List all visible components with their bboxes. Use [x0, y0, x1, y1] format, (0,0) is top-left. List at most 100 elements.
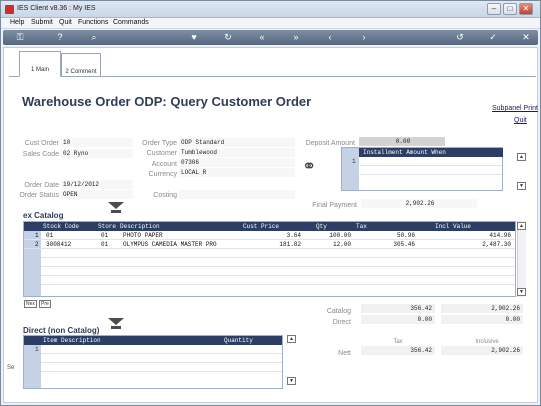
last-icon[interactable]: »	[289, 31, 303, 44]
store-cell: 01	[101, 241, 109, 248]
qty-cell: 12.00	[332, 241, 351, 248]
expand-arrow-stem-icon	[111, 326, 121, 329]
tax-header: Tax	[393, 339, 403, 345]
key-icon[interactable]: ⚿	[13, 31, 27, 44]
accept-icon[interactable]: ✓	[486, 31, 500, 44]
quit-link[interactable]: Quit	[514, 117, 527, 124]
prev-page-button[interactable]: Pre	[39, 300, 51, 308]
ex-catalog-grid: Stock Code Store Description Cust Price …	[23, 221, 516, 297]
menu-submit[interactable]: Submit	[31, 19, 53, 26]
ex-catalog-scroll-down[interactable]: ▼	[517, 288, 526, 296]
qty-cell: 100.00	[329, 232, 351, 239]
prev-icon[interactable]: ‹	[323, 31, 337, 44]
order-status-field[interactable]: OPEN	[61, 190, 133, 199]
maximize-button[interactable]: □	[503, 3, 517, 15]
order-type-label: Order Type	[142, 140, 177, 147]
catalog-incl-total: 2,902.26	[441, 304, 523, 313]
undo-icon[interactable]: ↺	[453, 31, 467, 44]
cust-order-field[interactable]: 10	[61, 138, 133, 147]
empty-row[interactable]	[41, 249, 515, 258]
row-num: 2	[35, 241, 39, 248]
cancel-icon[interactable]: ✕	[519, 31, 533, 44]
empty-row[interactable]	[41, 258, 515, 267]
direct-row-number: 1	[35, 346, 39, 353]
next-icon[interactable]: ›	[357, 31, 371, 44]
tab-divider	[9, 76, 536, 77]
empty-row[interactable]	[41, 276, 515, 285]
first-icon[interactable]: «	[255, 31, 269, 44]
help-icon[interactable]: ?	[53, 31, 67, 44]
order-date-field[interactable]: 19/12/2012	[61, 180, 133, 189]
installment-scroll-down[interactable]: ▼	[517, 182, 526, 190]
direct-row[interactable]	[41, 372, 282, 381]
direct-grid: Item Description Quantity 1	[23, 335, 283, 389]
print-link[interactable]: Subpanel Print	[492, 105, 538, 112]
ex-catalog-header: Stock Code Store Description Cust Price …	[24, 222, 515, 231]
direct-tax-total: 0.00	[361, 315, 435, 324]
customer-label: Customer	[146, 150, 177, 157]
search-icon[interactable]: ⌕	[87, 31, 101, 44]
direct-title: Direct (non Catalog)	[23, 326, 100, 335]
tax-cell: 305.46	[393, 241, 415, 248]
currency-field[interactable]: LOCAL R	[179, 168, 295, 177]
deposit-field[interactable]: 0.00	[359, 137, 445, 146]
costing-field[interactable]	[179, 190, 295, 199]
ex-catalog-scroll-up[interactable]: ▲	[517, 222, 526, 230]
installment-scroll-up[interactable]: ▲	[517, 153, 526, 161]
menu-functions[interactable]: Functions	[78, 19, 108, 26]
installment-row-1[interactable]	[360, 157, 502, 166]
col-item-description: Item Description	[43, 337, 101, 344]
side-label: Se	[7, 365, 15, 371]
empty-row[interactable]	[41, 267, 515, 276]
expand-arrow-stem-icon	[111, 210, 121, 213]
deposit-label: Deposit Amount	[305, 140, 355, 147]
table-row[interactable]: 1 01 01 PHOTO PAPER 3.64 100.00 50.96 41…	[24, 231, 515, 240]
final-payment-field[interactable]: 2,902.26	[361, 199, 477, 208]
sales-code-label: Sales Code	[22, 151, 59, 158]
col-description: Description	[120, 223, 160, 230]
ex-catalog-scrollbar[interactable]	[517, 221, 526, 297]
final-payment-label: Final Payment	[312, 202, 357, 209]
table-row[interactable]: 2 3008412 01 OLYMPUS CAMEDIA MASTER PRO …	[24, 240, 515, 249]
title-bar: IES Client v8.36 : My IES – □ ✕	[1, 1, 540, 18]
link-icon[interactable]: ⚭	[302, 158, 316, 175]
direct-scroll-up[interactable]: ▲	[287, 335, 296, 343]
installment-row-2[interactable]	[360, 166, 502, 175]
ex-catalog-title: ex Catalog	[23, 211, 64, 220]
cust-price-cell: 3.64	[286, 232, 301, 239]
tax-cell: 50.96	[396, 232, 415, 239]
minimize-button[interactable]: –	[487, 3, 501, 15]
nett-tax-total: 356.42	[361, 346, 435, 355]
col-incl-value: Incl Value	[435, 223, 472, 230]
toolbar: ⚿ ? ⌕ ♥ ↻ « » ‹ › ↺ ✓ ✕	[3, 30, 538, 45]
menu-quit[interactable]: Quit	[59, 19, 72, 26]
menu-help[interactable]: Help	[10, 19, 24, 26]
currency-label: Currency	[148, 171, 177, 178]
incl-value-cell: 2,487.30	[482, 241, 511, 248]
refresh-icon[interactable]: ↻	[221, 31, 235, 44]
app-icon	[5, 5, 14, 14]
menu-bar: Help Submit Quit Functions Commands	[1, 18, 540, 29]
favorite-icon[interactable]: ♥	[187, 31, 201, 44]
customer-field[interactable]: Tumblewood	[179, 148, 295, 157]
direct-row[interactable]	[41, 345, 282, 354]
costing-label: Costing	[153, 192, 177, 199]
col-quantity: Quantity	[224, 337, 253, 344]
direct-row[interactable]	[41, 354, 282, 363]
empty-row[interactable]	[41, 285, 515, 294]
incl-value-cell: 414.96	[489, 232, 511, 239]
tab-main[interactable]: 1 Main	[19, 51, 61, 77]
nett-incl-total: 2,902.26	[441, 346, 523, 355]
direct-row[interactable]	[41, 363, 282, 372]
tab-comment[interactable]: 2 Comment	[61, 53, 101, 77]
sales-code-field[interactable]: 02 Ryno	[61, 149, 133, 158]
direct-incl-total: 0.00	[441, 315, 523, 324]
account-field[interactable]: 07306	[179, 158, 295, 167]
close-button[interactable]: ✕	[519, 3, 533, 15]
direct-scroll-down[interactable]: ▼	[287, 377, 296, 385]
next-page-button[interactable]: Nex	[24, 300, 37, 308]
direct-header: Item Description Quantity	[24, 336, 282, 345]
direct-total-label: Direct	[332, 319, 351, 326]
menu-commands[interactable]: Commands	[113, 19, 149, 26]
order-type-field[interactable]: ODP Standard	[179, 138, 295, 147]
